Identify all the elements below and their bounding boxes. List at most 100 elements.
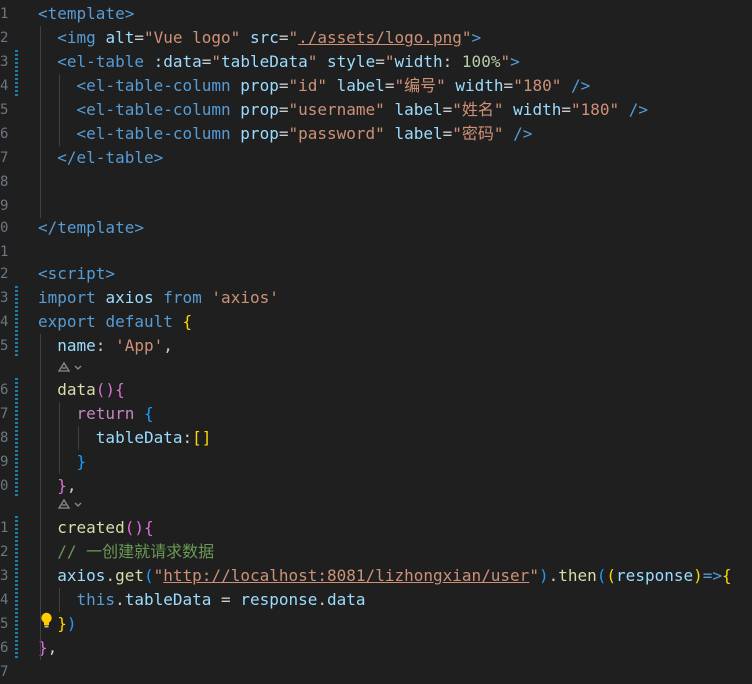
code-token-attr: :data [153, 52, 202, 71]
code-line[interactable]: <el-table :data="tableData" style="width… [38, 50, 519, 74]
code-line[interactable]: <el-table-column prop="id" label="编号" wi… [38, 74, 591, 98]
codelens-data[interactable] [57, 361, 85, 379]
git-change-marker[interactable] [15, 334, 18, 358]
code-token-var: tableData [95, 428, 183, 447]
code-line[interactable]: return { [38, 402, 154, 426]
git-change-marker[interactable] [15, 286, 18, 310]
git-change-marker[interactable] [15, 378, 18, 402]
code-token-link: http://localhost:8081/lizhongxian/user [163, 566, 530, 585]
code-token-kw: from [163, 288, 202, 307]
git-change-marker[interactable] [15, 516, 18, 540]
git-change-marker[interactable] [15, 310, 18, 334]
code-token-var: data [327, 590, 366, 609]
line-number: 2 [0, 266, 9, 282]
code-line[interactable]: </el-table> [38, 146, 163, 170]
git-change-marker[interactable] [15, 588, 18, 612]
code-token-plain: : [182, 428, 193, 447]
git-change-marker[interactable] [15, 402, 18, 426]
code-token-brace2: () [95, 380, 116, 399]
line-number: 3 [0, 54, 9, 70]
code-line[interactable]: </template> [38, 216, 144, 240]
git-change-marker[interactable] [15, 612, 18, 636]
code-token-plain: . [317, 590, 328, 609]
code-token-num: 100% [461, 52, 501, 71]
code-line[interactable]: // 一创建就请求数据 [38, 540, 214, 564]
line-number: 7 [0, 150, 9, 166]
code-line[interactable]: data(){ [38, 378, 124, 402]
code-token-brace3: ( [143, 566, 154, 585]
git-change-marker[interactable] [15, 564, 18, 588]
line-number: 7 [0, 406, 9, 422]
code-line[interactable]: tableData:[] [38, 426, 212, 450]
git-change-marker[interactable] [15, 636, 18, 660]
code-line[interactable]: }, [38, 474, 77, 498]
git-change-marker[interactable] [15, 74, 18, 98]
code-token-kw: import [38, 288, 96, 307]
code-token-var: axios [57, 566, 106, 585]
line-number: 5 [0, 102, 9, 118]
code-token-str: "Vue logo" [143, 28, 241, 47]
code-line[interactable]: <el-table-column prop="password" label="… [38, 122, 533, 146]
code-token-str: 'axios' [211, 288, 279, 307]
code-token-attr: alt [105, 28, 135, 47]
code-token-kw: export [38, 312, 96, 331]
code-token-str: "username" [288, 100, 385, 119]
git-change-marker[interactable] [15, 540, 18, 564]
code-token-fn: data [57, 380, 96, 399]
line-number: 6 [0, 126, 9, 142]
code-token-var: width [394, 52, 443, 71]
code-token-var: tableData [221, 52, 308, 71]
code-token-plain: , [66, 476, 77, 495]
line-number: 4 [0, 78, 9, 94]
code-token-tag: /> [571, 76, 591, 95]
code-token-brace2: () [124, 518, 144, 537]
code-token-brace1: { [182, 312, 193, 331]
git-change-marker[interactable] [15, 474, 18, 498]
code-line[interactable]: } [38, 450, 87, 474]
git-change-marker[interactable] [15, 450, 18, 474]
code-token-plain: , [163, 336, 173, 355]
code-line[interactable]: <template> [38, 2, 134, 26]
code-token-plain: , [47, 638, 58, 657]
indent-guide [59, 588, 60, 612]
code-line[interactable]: <script> [38, 262, 115, 286]
code-token-punc: = [134, 28, 144, 47]
indent-guide [59, 402, 60, 474]
code-token-brace3: ) [66, 614, 77, 633]
code-token-var: name [57, 336, 96, 355]
line-number: 3 [0, 290, 9, 306]
code-token-attr: label [336, 76, 385, 95]
code-line[interactable]: import axios from 'axios' [38, 286, 279, 310]
code-line[interactable]: axios.get("http://localhost:8081/lizhong… [38, 564, 731, 588]
git-change-marker[interactable] [15, 426, 18, 450]
code-token-str: 'App' [115, 336, 164, 355]
code-token-punc: = [442, 100, 453, 119]
code-line[interactable]: <el-table-column prop="username" label="… [38, 98, 649, 122]
code-token-plain: . [105, 566, 116, 585]
code-line[interactable]: <img alt="Vue logo" src="./assets/logo.p… [38, 26, 481, 50]
lightbulb-icon[interactable] [40, 612, 53, 629]
code-token-str: "180" [513, 76, 562, 95]
line-number: 5 [0, 338, 9, 354]
code-token-tag: > [471, 28, 482, 47]
code-line[interactable]: this.tableData = response.data [38, 588, 366, 612]
git-change-marker[interactable] [15, 50, 18, 74]
code-line[interactable]: export default { [38, 310, 192, 334]
code-token-tag: <el-table-column [76, 124, 241, 143]
line-number: 8 [0, 430, 9, 446]
line-number: 3 [0, 568, 9, 584]
code-editor[interactable]: 1 2 3 4 5 6 7 8 9 0 1 2 3 4 5 6 7 8 9 0 1 2 3 4 5 6 7 <template> <… [0, 0, 752, 680]
code-token-attr: label [394, 100, 443, 119]
code-line[interactable]: name: 'App', [38, 334, 173, 358]
code-line[interactable]: created(){ [38, 516, 153, 540]
code-token-str: " [529, 566, 539, 585]
codelens-created[interactable] [57, 498, 85, 516]
